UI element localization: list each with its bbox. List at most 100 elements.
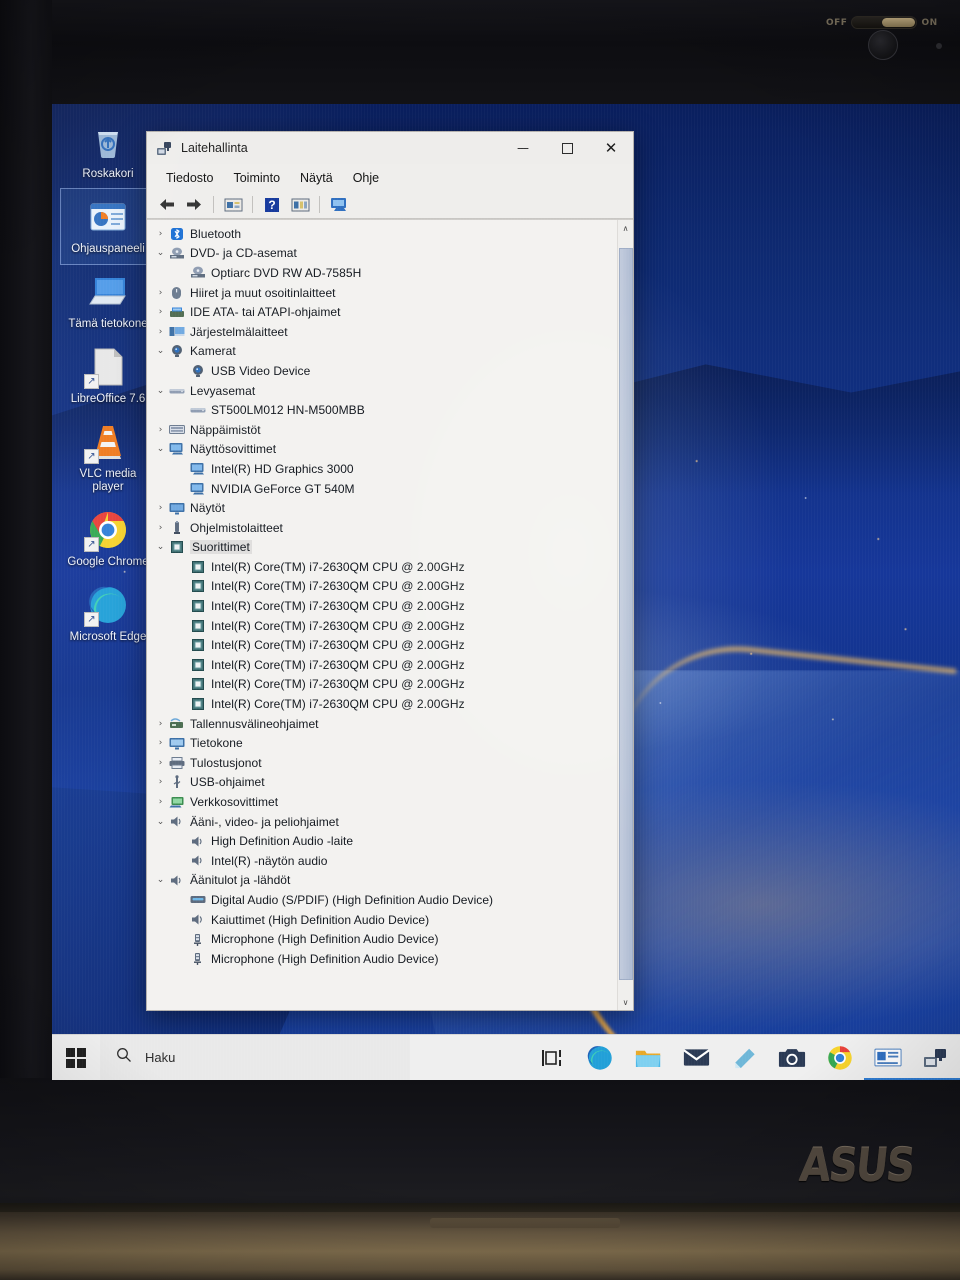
chevron-right-icon[interactable]: › [153, 719, 168, 729]
maximize-button[interactable] [545, 132, 589, 164]
desktop-icon-vlc[interactable]: ↗ VLC media player [61, 414, 155, 502]
device-tree-row[interactable]: › USB-ohjaimet [153, 773, 617, 793]
chevron-right-icon[interactable]: › [153, 327, 168, 337]
scroll-up-button[interactable]: ∧ [618, 220, 634, 236]
start-button[interactable] [52, 1035, 100, 1081]
device-tree-row[interactable]: ⌄ Äänitulot ja -lähdöt [153, 871, 617, 891]
device-tree-host[interactable]: › Bluetooth ⌄ DVD- ja CD-asemat Optiarc DVD … [147, 219, 633, 1010]
device-tree-row[interactable]: Intel(R) Core(TM) i7-2630QM CPU @ 2.00GH… [153, 655, 617, 675]
chevron-right-icon[interactable]: › [153, 307, 168, 317]
scan-for-hardware-changes-button[interactable] [326, 194, 352, 216]
chevron-down-icon[interactable]: ⌄ [153, 817, 168, 827]
search-input[interactable]: Haku [100, 1034, 410, 1080]
device-tree-row[interactable]: › Tulostusjonot [153, 753, 617, 773]
device-tree-row[interactable]: › Tietokone [153, 733, 617, 753]
menu-item-tiedosto[interactable]: Tiedosto [157, 168, 222, 188]
vertical-scrollbar[interactable]: ∧ ∨ [617, 220, 633, 1010]
desktop-icon-this-pc[interactable]: Tämä tietokone [61, 264, 155, 339]
taskbar-icon-file-explorer[interactable] [624, 1035, 672, 1081]
chevron-right-icon[interactable]: › [153, 758, 168, 768]
device-tree-row[interactable]: › Hiiret ja muut osoitinlaitteet [153, 283, 617, 303]
taskbar-icon-device-manager[interactable] [912, 1035, 960, 1081]
chevron-right-icon[interactable]: › [153, 738, 168, 748]
device-tree-row[interactable]: ⌄ Suorittimet [153, 538, 617, 558]
device-manager-window[interactable]: Laitehallinta — ✕ Tiedosto Toiminto Näyt… [146, 131, 634, 1011]
device-tree-row[interactable]: ⌄ Kamerat [153, 342, 617, 362]
device-tree-row[interactable]: › IDE ATA- tai ATAPI-ohjaimet [153, 302, 617, 322]
taskbar-icon-chrome[interactable] [816, 1035, 864, 1081]
chevron-right-icon[interactable]: › [153, 503, 168, 513]
device-tree-row[interactable]: Intel(R) HD Graphics 3000 [153, 459, 617, 479]
chevron-down-icon[interactable]: ⌄ [153, 248, 168, 258]
device-tree-row[interactable]: NVIDIA GeForce GT 540M [153, 479, 617, 499]
menu-item-toiminto[interactable]: Toiminto [224, 168, 289, 188]
device-tree-row[interactable]: ST500LM012 HN-M500MBB [153, 400, 617, 420]
device-tree-row[interactable]: Intel(R) -näytön audio [153, 851, 617, 871]
toolbar[interactable]: ? [147, 191, 633, 219]
minimize-button[interactable]: — [501, 132, 545, 164]
device-tree-row[interactable]: › Tallennusvälineohjaimet [153, 714, 617, 734]
taskbar-icon-camera[interactable] [768, 1035, 816, 1081]
device-tree-row[interactable]: Microphone (High Definition Audio Device… [153, 949, 617, 969]
device-tree-row[interactable]: ⌄ DVD- ja CD-asemat [153, 244, 617, 264]
chevron-right-icon[interactable]: › [153, 288, 168, 298]
device-tree-row[interactable]: › Ohjelmistolaitteet [153, 518, 617, 538]
scrollbar-thumb[interactable] [618, 248, 633, 980]
chevron-right-icon[interactable]: › [153, 523, 168, 533]
device-tree-row[interactable]: › Näytöt [153, 498, 617, 518]
chevron-right-icon[interactable]: › [153, 229, 168, 239]
scrollbar-track[interactable] [618, 236, 634, 994]
menu-item-ohje[interactable]: Ohje [344, 168, 388, 188]
properties-button[interactable] [220, 194, 246, 216]
device-tree-row[interactable]: Intel(R) Core(TM) i7-2630QM CPU @ 2.00GH… [153, 675, 617, 695]
device-tree-row[interactable]: Microphone (High Definition Audio Device… [153, 929, 617, 949]
device-tree-row[interactable]: › Näppäimistöt [153, 420, 617, 440]
chevron-down-icon[interactable]: ⌄ [153, 386, 168, 396]
chevron-down-icon[interactable]: ⌄ [153, 875, 168, 885]
device-tree[interactable]: › Bluetooth ⌄ DVD- ja CD-asemat Optiarc DVD … [147, 220, 617, 1010]
show-hidden-devices-button[interactable] [287, 194, 313, 216]
chevron-right-icon[interactable]: › [153, 777, 168, 787]
device-tree-row[interactable]: Digital Audio (S/PDIF) (High Definition … [153, 890, 617, 910]
device-tree-row[interactable]: High Definition Audio -laite [153, 831, 617, 851]
device-tree-row[interactable]: › Järjestelmälaitteet [153, 322, 617, 342]
desktop-icon-recycle-bin[interactable]: Roskakori [61, 114, 155, 189]
device-tree-row[interactable]: USB Video Device [153, 361, 617, 381]
device-tree-row[interactable]: Kaiuttimet (High Definition Audio Device… [153, 910, 617, 930]
scroll-down-button[interactable]: ∨ [618, 994, 634, 1010]
device-tree-row[interactable]: › Verkkosovittimet [153, 792, 617, 812]
desktop-icon-control-panel[interactable]: Ohjauspaneeli [60, 188, 156, 265]
device-tree-row[interactable]: Intel(R) Core(TM) i7-2630QM CPU @ 2.00GH… [153, 694, 617, 714]
device-tree-row[interactable]: ⌄ Levyasemat [153, 381, 617, 401]
device-tree-row[interactable]: ⌄ Näyttösovittimet [153, 440, 617, 460]
device-tree-row[interactable]: Intel(R) Core(TM) i7-2630QM CPU @ 2.00GH… [153, 557, 617, 577]
forward-button[interactable] [181, 194, 207, 216]
menu-bar[interactable]: Tiedosto Toiminto Näytä Ohje [147, 164, 633, 191]
taskbar-icon-mail[interactable] [672, 1035, 720, 1081]
task-view-icon[interactable] [528, 1035, 576, 1081]
chevron-down-icon[interactable]: ⌄ [153, 542, 168, 552]
chevron-down-icon[interactable]: ⌄ [153, 444, 168, 454]
close-button[interactable]: ✕ [589, 132, 633, 164]
device-tree-row[interactable]: Intel(R) Core(TM) i7-2630QM CPU @ 2.00GH… [153, 635, 617, 655]
device-tree-row[interactable]: Intel(R) Core(TM) i7-2630QM CPU @ 2.00GH… [153, 577, 617, 597]
chevron-down-icon[interactable]: ⌄ [153, 346, 168, 356]
taskbar[interactable]: Haku [52, 1034, 960, 1080]
desktop-icon-google-chrome[interactable]: ↗ Google Chrome [61, 502, 155, 577]
window-controls[interactable]: — ✕ [501, 132, 633, 164]
taskbar-icon-edge[interactable] [576, 1035, 624, 1081]
back-button[interactable] [153, 194, 179, 216]
menu-item-nayta[interactable]: Näytä [291, 168, 342, 188]
device-tree-row[interactable]: › Bluetooth [153, 224, 617, 244]
chevron-right-icon[interactable]: › [153, 797, 168, 807]
desktop-icon-microsoft-edge[interactable]: ↗ Microsoft Edge [61, 577, 155, 652]
power-slider-switch[interactable]: OFF ON [826, 16, 938, 29]
desktop-icon-libreoffice[interactable]: ↗ LibreOffice 7.6 [61, 339, 155, 414]
device-tree-row[interactable]: Intel(R) Core(TM) i7-2630QM CPU @ 2.00GH… [153, 596, 617, 616]
taskbar-icon-sticky-notes[interactable] [720, 1035, 768, 1081]
device-tree-row[interactable]: Optiarc DVD RW AD-7585H [153, 263, 617, 283]
help-button[interactable]: ? [259, 194, 285, 216]
device-tree-row[interactable]: Intel(R) Core(TM) i7-2630QM CPU @ 2.00GH… [153, 616, 617, 636]
window-titlebar[interactable]: Laitehallinta — ✕ [147, 132, 633, 164]
device-tree-row[interactable]: ⌄ Ääni-, video- ja peliohjaimet [153, 812, 617, 832]
